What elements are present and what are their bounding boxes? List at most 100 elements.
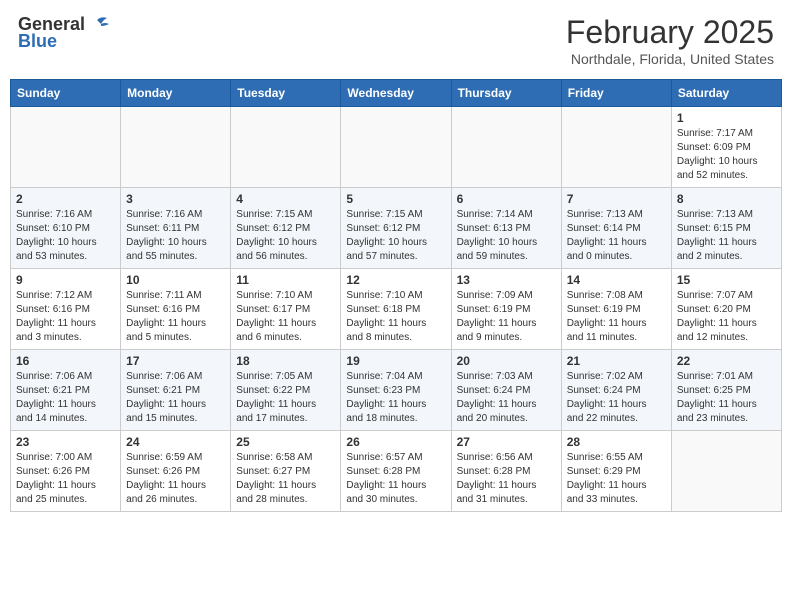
- calendar-week-1: 1Sunrise: 7:17 AM Sunset: 6:09 PM Daylig…: [11, 107, 782, 188]
- title-section: February 2025 Northdale, Florida, United…: [566, 14, 774, 67]
- calendar-cell-w2-d4: 5 Sunrise: 7:15 AM Sunset: 6:12 PM Daylig…: [341, 188, 451, 269]
- day-info: Sunrise: 7:06 AM Sunset: 6:21 PM Dayligh…: [16, 370, 115, 426]
- calendar-cell-w2-d1: 2 Sunrise: 7:16 AM Sunset: 6:10 PM Daylig…: [11, 188, 121, 269]
- day-number: 25: [236, 435, 335, 449]
- calendar-cell-w1-d7: 1Sunrise: 7:17 AM Sunset: 6:09 PM Daylig…: [671, 107, 781, 188]
- day-number: 5: [346, 192, 445, 206]
- day-number: 17: [126, 354, 225, 368]
- day-number: 28: [567, 435, 666, 449]
- page-subtitle: Northdale, Florida, United States: [566, 51, 774, 67]
- page-title: February 2025: [566, 14, 774, 51]
- calendar-cell-w5-d2: 24 Sunrise: 6:59 AM Sunset: 6:26 PM Dayli…: [121, 431, 231, 512]
- day-number: 1: [677, 111, 776, 125]
- calendar-cell-w3-d5: 13 Sunrise: 7:09 AM Sunset: 6:19 PM Dayli…: [451, 269, 561, 350]
- calendar-table: Sunday Monday Tuesday Wednesday Thursday…: [10, 79, 782, 512]
- day-info: Sunrise: 7:13 AM Sunset: 6:14 PM Dayligh…: [567, 208, 666, 264]
- calendar-cell-w3-d6: 14 Sunrise: 7:08 AM Sunset: 6:19 PM Dayli…: [561, 269, 671, 350]
- day-info: Sunrise: 6:56 AM Sunset: 6:28 PM Dayligh…: [457, 451, 556, 507]
- col-friday: Friday: [561, 80, 671, 107]
- logo: General Blue: [18, 14, 109, 52]
- col-saturday: Saturday: [671, 80, 781, 107]
- day-info: Sunrise: 7:16 AM Sunset: 6:10 PM Dayligh…: [16, 208, 115, 264]
- calendar-cell-w1-d1: [11, 107, 121, 188]
- calendar-cell-w5-d5: 27 Sunrise: 6:56 AM Sunset: 6:28 PM Dayli…: [451, 431, 561, 512]
- col-monday: Monday: [121, 80, 231, 107]
- day-number: 14: [567, 273, 666, 287]
- calendar-cell-w4-d6: 21 Sunrise: 7:02 AM Sunset: 6:24 PM Dayli…: [561, 350, 671, 431]
- logo-bird-icon: [87, 16, 109, 34]
- day-info: Sunrise: 7:12 AM Sunset: 6:16 PM Dayligh…: [16, 289, 115, 345]
- day-info: Sunrise: 7:08 AM Sunset: 6:19 PM Dayligh…: [567, 289, 666, 345]
- day-number: 21: [567, 354, 666, 368]
- calendar-cell-w4-d7: 22Sunrise: 7:01 AM Sunset: 6:25 PM Dayli…: [671, 350, 781, 431]
- day-number: 7: [567, 192, 666, 206]
- calendar-cell-w2-d7: 8Sunrise: 7:13 AM Sunset: 6:15 PM Daylig…: [671, 188, 781, 269]
- day-info: Sunrise: 6:55 AM Sunset: 6:29 PM Dayligh…: [567, 451, 666, 507]
- calendar-cell-w4-d5: 20 Sunrise: 7:03 AM Sunset: 6:24 PM Dayli…: [451, 350, 561, 431]
- calendar-cell-w4-d3: 18Sunrise: 7:05 AM Sunset: 6:22 PM Dayli…: [231, 350, 341, 431]
- calendar-week-2: 2 Sunrise: 7:16 AM Sunset: 6:10 PM Daylig…: [11, 188, 782, 269]
- day-info: Sunrise: 7:15 AM Sunset: 6:12 PM Dayligh…: [236, 208, 335, 264]
- day-number: 24: [126, 435, 225, 449]
- day-number: 9: [16, 273, 115, 287]
- calendar-cell-w5-d4: 26 Sunrise: 6:57 AM Sunset: 6:28 PM Dayli…: [341, 431, 451, 512]
- calendar-cell-w4-d1: 16 Sunrise: 7:06 AM Sunset: 6:21 PM Dayli…: [11, 350, 121, 431]
- day-number: 11: [236, 273, 335, 287]
- day-info: Sunrise: 7:03 AM Sunset: 6:24 PM Dayligh…: [457, 370, 556, 426]
- day-info: Sunrise: 7:06 AM Sunset: 6:21 PM Dayligh…: [126, 370, 225, 426]
- col-wednesday: Wednesday: [341, 80, 451, 107]
- calendar-cell-w2-d3: 4 Sunrise: 7:15 AM Sunset: 6:12 PM Daylig…: [231, 188, 341, 269]
- calendar-week-5: 23 Sunrise: 7:00 AM Sunset: 6:26 PM Dayli…: [11, 431, 782, 512]
- day-info: Sunrise: 7:10 AM Sunset: 6:17 PM Dayligh…: [236, 289, 335, 345]
- calendar-cell-w2-d5: 6Sunrise: 7:14 AM Sunset: 6:13 PM Daylig…: [451, 188, 561, 269]
- logo-blue-text: Blue: [18, 31, 57, 52]
- calendar-cell-w1-d3: [231, 107, 341, 188]
- day-info: Sunrise: 7:07 AM Sunset: 6:20 PM Dayligh…: [677, 289, 776, 345]
- calendar-cell-w3-d2: 10Sunrise: 7:11 AM Sunset: 6:16 PM Dayli…: [121, 269, 231, 350]
- calendar-cell-w3-d3: 11 Sunrise: 7:10 AM Sunset: 6:17 PM Dayli…: [231, 269, 341, 350]
- page-header: General Blue February 2025 Northdale, Fl…: [10, 10, 782, 71]
- calendar-cell-w1-d6: [561, 107, 671, 188]
- day-number: 26: [346, 435, 445, 449]
- col-tuesday: Tuesday: [231, 80, 341, 107]
- day-number: 27: [457, 435, 556, 449]
- day-number: 4: [236, 192, 335, 206]
- calendar-cell-w4-d2: 17 Sunrise: 7:06 AM Sunset: 6:21 PM Dayli…: [121, 350, 231, 431]
- day-info: Sunrise: 7:16 AM Sunset: 6:11 PM Dayligh…: [126, 208, 225, 264]
- calendar-cell-w5-d6: 28 Sunrise: 6:55 AM Sunset: 6:29 PM Dayli…: [561, 431, 671, 512]
- calendar-cell-w3-d1: 9 Sunrise: 7:12 AM Sunset: 6:16 PM Daylig…: [11, 269, 121, 350]
- calendar-cell-w4-d4: 19Sunrise: 7:04 AM Sunset: 6:23 PM Dayli…: [341, 350, 451, 431]
- col-thursday: Thursday: [451, 80, 561, 107]
- calendar-cell-w5-d3: 25 Sunrise: 6:58 AM Sunset: 6:27 PM Dayli…: [231, 431, 341, 512]
- day-number: 6: [457, 192, 556, 206]
- day-info: Sunrise: 6:58 AM Sunset: 6:27 PM Dayligh…: [236, 451, 335, 507]
- day-info: Sunrise: 7:00 AM Sunset: 6:26 PM Dayligh…: [16, 451, 115, 507]
- calendar-cell-w2-d2: 3 Sunrise: 7:16 AM Sunset: 6:11 PM Daylig…: [121, 188, 231, 269]
- calendar-cell-w1-d5: [451, 107, 561, 188]
- day-number: 16: [16, 354, 115, 368]
- day-number: 15: [677, 273, 776, 287]
- day-number: 3: [126, 192, 225, 206]
- day-number: 12: [346, 273, 445, 287]
- calendar-cell-w3-d4: 12 Sunrise: 7:10 AM Sunset: 6:18 PM Dayli…: [341, 269, 451, 350]
- day-number: 23: [16, 435, 115, 449]
- day-info: Sunrise: 7:04 AM Sunset: 6:23 PM Dayligh…: [346, 370, 445, 426]
- day-number: 22: [677, 354, 776, 368]
- calendar-cell-w1-d4: [341, 107, 451, 188]
- day-number: 2: [16, 192, 115, 206]
- day-info: Sunrise: 7:15 AM Sunset: 6:12 PM Dayligh…: [346, 208, 445, 264]
- calendar-cell-w5-d1: 23 Sunrise: 7:00 AM Sunset: 6:26 PM Dayli…: [11, 431, 121, 512]
- day-info: Sunrise: 6:57 AM Sunset: 6:28 PM Dayligh…: [346, 451, 445, 507]
- day-info: Sunrise: 7:02 AM Sunset: 6:24 PM Dayligh…: [567, 370, 666, 426]
- day-info: Sunrise: 6:59 AM Sunset: 6:26 PM Dayligh…: [126, 451, 225, 507]
- day-info: Sunrise: 7:09 AM Sunset: 6:19 PM Dayligh…: [457, 289, 556, 345]
- calendar-week-3: 9 Sunrise: 7:12 AM Sunset: 6:16 PM Daylig…: [11, 269, 782, 350]
- calendar-week-4: 16 Sunrise: 7:06 AM Sunset: 6:21 PM Dayli…: [11, 350, 782, 431]
- day-number: 10: [126, 273, 225, 287]
- day-number: 20: [457, 354, 556, 368]
- day-info: Sunrise: 7:10 AM Sunset: 6:18 PM Dayligh…: [346, 289, 445, 345]
- day-number: 8: [677, 192, 776, 206]
- day-info: Sunrise: 7:05 AM Sunset: 6:22 PM Dayligh…: [236, 370, 335, 426]
- day-number: 13: [457, 273, 556, 287]
- calendar-cell-w3-d7: 15 Sunrise: 7:07 AM Sunset: 6:20 PM Dayli…: [671, 269, 781, 350]
